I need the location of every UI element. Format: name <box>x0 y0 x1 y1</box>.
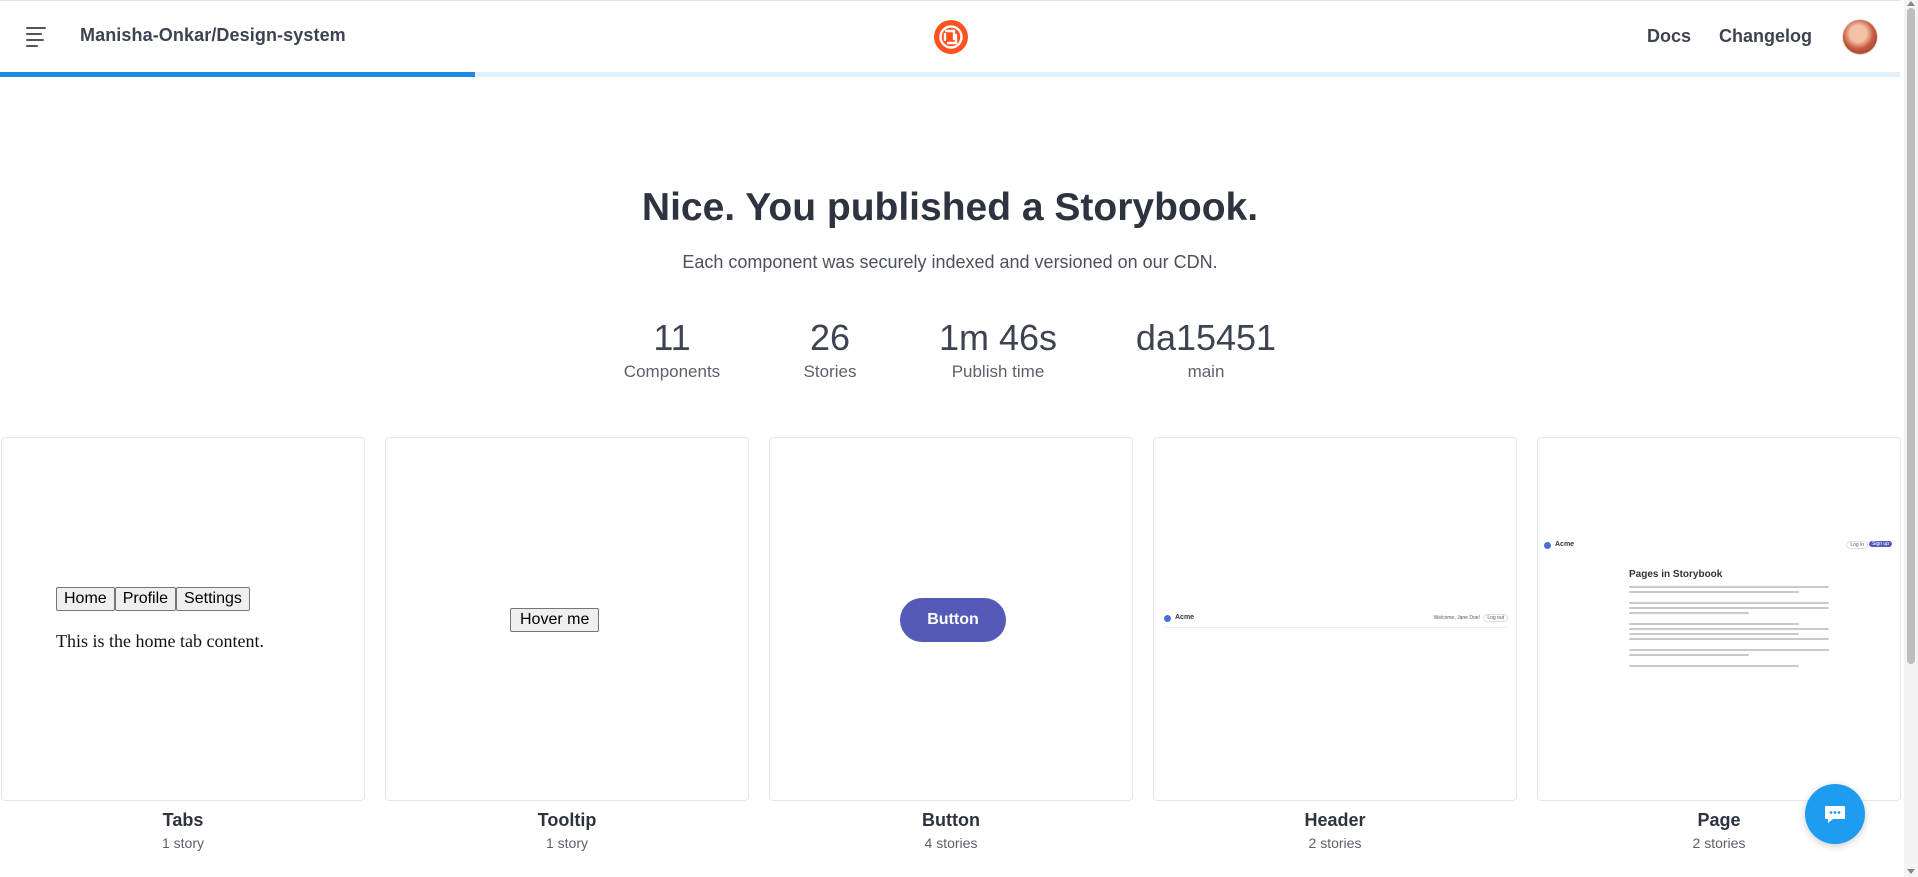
user-avatar[interactable] <box>1842 19 1878 55</box>
header-preview: Acme Welcome, Jane Doe! Log out <box>1164 612 1508 628</box>
stat-label: Stories <box>803 362 857 381</box>
tab-home: Home <box>56 587 115 611</box>
stat-stories: 26 Stories <box>780 318 880 382</box>
stat-value: 26 <box>809 317 851 358</box>
stat-components: 11 Components <box>612 318 732 382</box>
docs-link[interactable]: Docs <box>1647 26 1691 47</box>
scrollbar[interactable] <box>1904 0 1918 877</box>
header-preview-title: Acme <box>1175 614 1195 621</box>
header-preview-welcome: Welcome, Jane Doe! <box>1433 615 1480 621</box>
scroll-up-icon[interactable] <box>1907 1 1915 6</box>
hamburger-menu-icon[interactable] <box>26 27 50 47</box>
component-card-header[interactable]: Acme Welcome, Jane Doe! Log out <box>1153 437 1517 801</box>
page-subtitle: Each component was securely indexed and … <box>682 252 1218 272</box>
scroll-down-icon[interactable] <box>1907 869 1915 874</box>
component-name: Button <box>922 810 980 830</box>
acme-logo-icon <box>1164 615 1171 622</box>
stat-publish-time: 1m 46s Publish time <box>924 318 1072 382</box>
tabs-preview: Home Profile Settings <box>56 587 250 611</box>
repo-name[interactable]: Manisha-Onkar/Design-system <box>80 25 346 46</box>
button-preview: Button <box>900 598 1006 642</box>
header-preview-actions: Welcome, Jane Doe! Log out <box>1434 614 1508 622</box>
hover-me-button-preview: Hover me <box>510 608 600 632</box>
story-count: 1 story <box>161 835 204 851</box>
component-card-button[interactable]: Button <box>769 437 1133 801</box>
component-caption-header[interactable]: Header 2 stories <box>1153 810 1517 851</box>
top-bar: Manisha-Onkar/Design-system Docs Changel… <box>0 0 1900 72</box>
component-caption-button[interactable]: Button 4 stories <box>769 810 1133 851</box>
stat-label: Publish time <box>951 362 1045 381</box>
component-name: Header <box>1304 810 1366 830</box>
page-preview-heading: Pages in Storybook <box>1629 569 1723 580</box>
progress-bar <box>0 72 1900 77</box>
tab-content-text: This is the home tab content. <box>56 631 264 651</box>
stat-value: 1m 46s <box>938 317 1058 358</box>
page-preview-login: Log in <box>1846 541 1868 549</box>
story-count: 4 stories <box>924 835 978 851</box>
tab-profile: Profile <box>114 587 177 611</box>
stat-label: Components <box>623 362 721 381</box>
stat-label: main <box>1187 362 1225 381</box>
page-title: Nice. You published a Storybook. <box>641 186 1259 229</box>
page-preview: Acme Log in Sign up Pages in Storybook <box>1544 540 1896 700</box>
component-caption-tooltip[interactable]: Tooltip 1 story <box>385 810 749 851</box>
component-name: Tabs <box>162 810 204 830</box>
page-preview-body <box>1629 586 1829 670</box>
story-count: 1 story <box>545 835 588 851</box>
stat-value: da15451 <box>1135 317 1277 358</box>
component-name: Tooltip <box>537 810 597 830</box>
story-count: 2 stories <box>1308 835 1362 851</box>
header-preview-logout: Log out <box>1483 614 1508 622</box>
chat-bubble-icon[interactable] <box>1805 784 1865 844</box>
chromatic-logo-icon[interactable] <box>934 20 968 54</box>
component-card-tooltip[interactable]: Hover me <box>385 437 749 801</box>
page-preview-signup: Sign up <box>1869 541 1892 547</box>
stat-value: 11 <box>653 317 691 358</box>
acme-logo-icon <box>1544 542 1551 549</box>
progress-bar-fill <box>0 72 475 77</box>
tab-settings: Settings <box>176 587 250 611</box>
component-card-tabs[interactable]: Home Profile Settings This is the home t… <box>1 437 365 801</box>
component-caption-tabs[interactable]: Tabs 1 story <box>1 810 365 851</box>
changelog-link[interactable]: Changelog <box>1719 26 1812 47</box>
stat-commit: da15451 main <box>1124 318 1288 382</box>
component-card-page[interactable]: Acme Log in Sign up Pages in Storybook <box>1537 437 1901 801</box>
scrollbar-thumb[interactable] <box>1907 8 1915 664</box>
page-preview-title: Acme <box>1555 541 1575 548</box>
